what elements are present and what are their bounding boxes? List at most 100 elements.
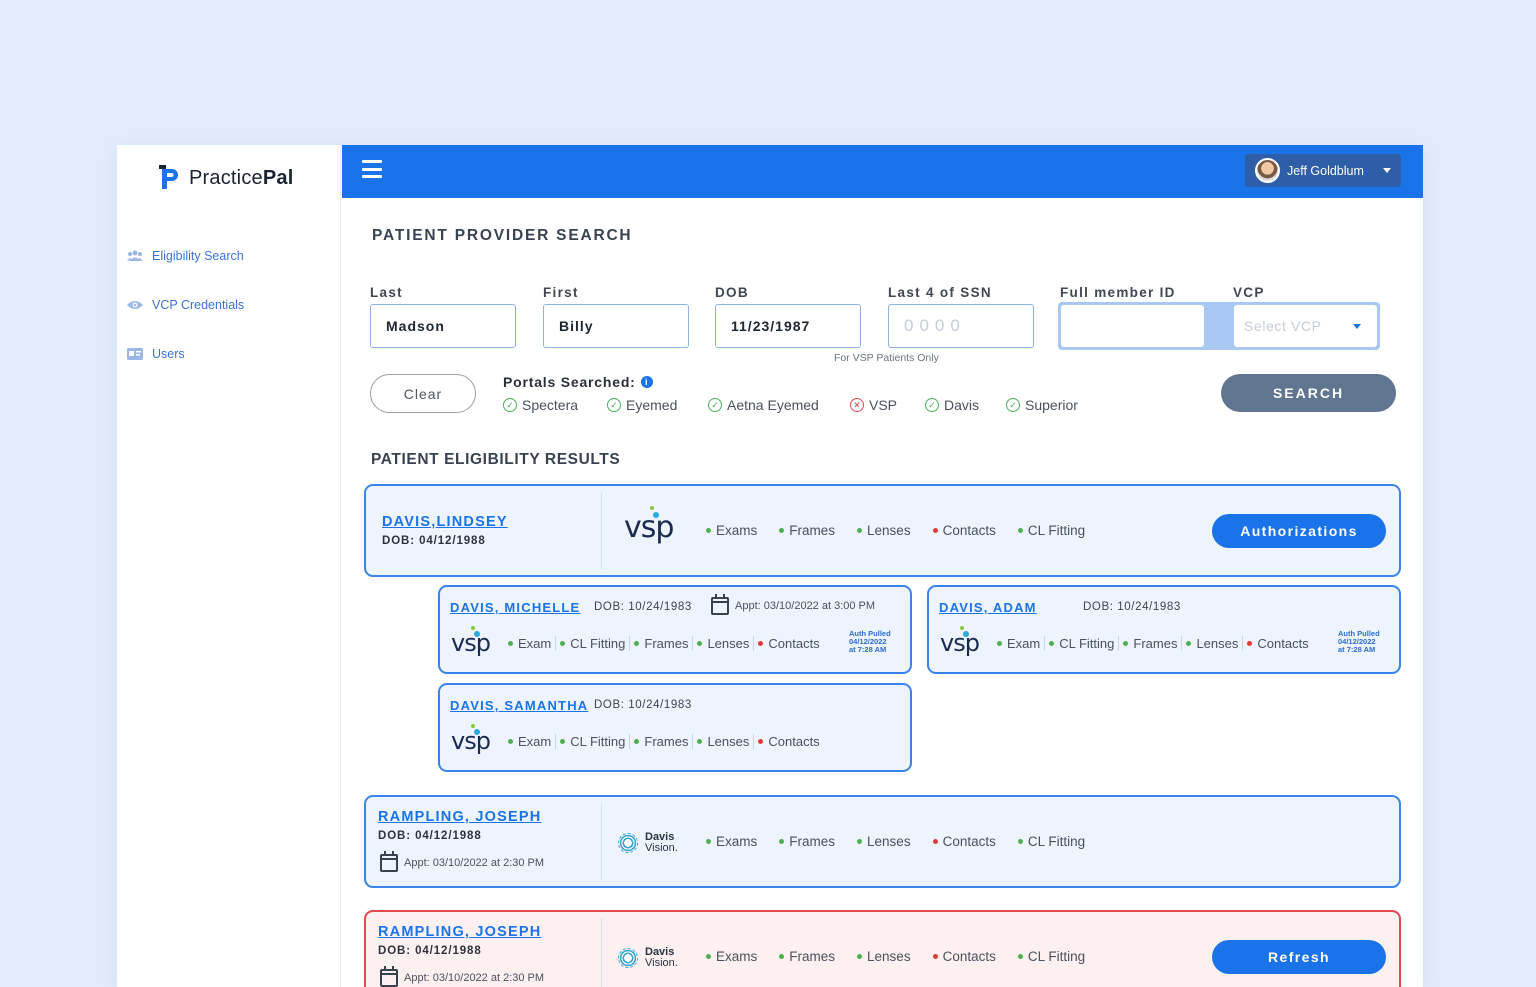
benefit-tag: Contacts: [932, 949, 996, 964]
last-name-field[interactable]: Madson: [370, 304, 516, 348]
clear-button[interactable]: Clear: [370, 374, 476, 413]
sidebar-item-users[interactable]: Users: [127, 329, 337, 378]
benefit-tag: Exams: [706, 523, 757, 538]
dependent-card-adam: DAVIS, ADAM DOB: 10/24/1983 vsp Exam CL …: [927, 585, 1401, 674]
sidebar-item-label: Users: [152, 346, 185, 361]
benefit-tag: Exam: [508, 734, 551, 749]
appointment-text: Appt: 03/10/2022 at 2:30 PM: [404, 972, 545, 984]
card-divider: [601, 918, 602, 987]
benefit-tag: CL Fitting: [1017, 834, 1085, 849]
benefit-tag: Frames: [779, 949, 835, 964]
appointment-text: Appt: 03/10/2022 at 3:00 PM: [735, 600, 876, 612]
check-circle-icon: ✓: [503, 398, 517, 412]
patient-name-link[interactable]: DAVIS, ADAM: [939, 600, 1037, 615]
dob-label: DOB: [715, 285, 749, 300]
top-bar: Jeff Goldblum: [342, 145, 1423, 198]
benefit-tag: Exam: [508, 636, 551, 651]
ssn-field[interactable]: 0000: [888, 304, 1034, 348]
patient-dob: DOB: 10/24/1983: [594, 699, 692, 711]
calendar-icon: [380, 851, 398, 872]
logo: PracticePal: [159, 165, 293, 191]
chevron-down-icon: [1383, 168, 1391, 173]
check-circle-icon: ✓: [708, 398, 722, 412]
benefit-tag: CL Fitting: [1044, 636, 1114, 651]
patient-name-link[interactable]: DAVIS,LINDSEY: [382, 514, 508, 530]
check-circle-icon: ✓: [1006, 398, 1020, 412]
sidebar-item-eligibility-search[interactable]: Eligibility Search: [127, 231, 337, 280]
auth-pulled-note: Auth Pulled 04/12/2022 at 7:28 AM: [849, 630, 891, 654]
user-menu-button[interactable]: Jeff Goldblum: [1245, 154, 1401, 187]
benefit-tag: CL Fitting: [1017, 523, 1085, 538]
benefit-tag: Contacts: [932, 523, 996, 538]
patient-name-link[interactable]: RAMPLING, JOSEPH: [378, 809, 541, 825]
portals-searched-label: Portals Searched: i: [503, 374, 653, 390]
patient-dob: DOB: 10/24/1983: [594, 601, 692, 613]
results-title: PATIENT ELIGIBILITY RESULTS: [371, 451, 621, 468]
refresh-button[interactable]: Refresh: [1212, 940, 1386, 974]
benefit-tag: Contacts: [753, 734, 820, 749]
auth-pulled-time: at 7:28 AM: [849, 645, 887, 654]
portal-vsp: ✕ VSP: [850, 397, 897, 413]
result-card-davis-1: RAMPLING, JOSEPH DOB: 04/12/1988 Appt: 0…: [364, 795, 1401, 888]
first-name-field[interactable]: Billy: [543, 304, 689, 348]
dependent-card-samantha: DAVIS, SAMANTHA DOB: 10/24/1983 vsp Exam…: [438, 683, 912, 772]
benefit-tag: Lenses: [857, 949, 911, 964]
benefit-tags: Exams Frames Lenses Contacts CL Fitting: [706, 949, 1085, 964]
portal-spectera: ✓ Spectera: [503, 397, 578, 413]
benefit-tag: Frames: [779, 834, 835, 849]
appointment: Appt: 03/10/2022 at 2:30 PM: [380, 851, 544, 872]
appointment: Appt: 03/10/2022 at 2:30 PM: [380, 966, 545, 987]
portal-eyemed: ✓ Eyemed: [607, 397, 677, 413]
portal-name: Davis: [944, 397, 980, 413]
portal-name: Aetna Eyemed: [727, 397, 819, 413]
benefit-tag: Exams: [706, 834, 757, 849]
member-id-field[interactable]: [1061, 305, 1204, 347]
users-icon: [127, 249, 143, 263]
patient-dob: DOB: 04/12/1988: [378, 945, 482, 957]
page-title: PATIENT PROVIDER SEARCH: [372, 227, 633, 244]
benefit-tag: Lenses: [857, 523, 911, 538]
benefit-tag: Contacts: [753, 636, 820, 651]
menu-icon[interactable]: [362, 160, 382, 178]
patient-name-link[interactable]: RAMPLING, JOSEPH: [378, 924, 541, 940]
dependent-card-michelle: DAVIS, MICHELLE DOB: 10/24/1983 Appt: 03…: [438, 585, 912, 674]
benefit-tag: Exam: [997, 636, 1040, 651]
avatar: [1255, 158, 1280, 183]
info-icon[interactable]: i: [640, 376, 653, 388]
patient-name-link[interactable]: DAVIS, SAMANTHA: [450, 698, 588, 713]
benefit-tag: Frames: [629, 734, 688, 749]
search-button[interactable]: SEARCH: [1221, 374, 1396, 412]
davis-vision-logo: Davis Vision.: [618, 947, 678, 969]
benefit-tag: Lenses: [857, 834, 911, 849]
user-name: Jeff Goldblum: [1287, 163, 1364, 178]
dob-field[interactable]: 11/23/1987: [715, 304, 861, 348]
app-window: PracticePal Eligibility Search VCP Crede…: [117, 145, 1423, 987]
vsp-logo: vsp: [940, 626, 980, 657]
patient-name-link[interactable]: DAVIS, MICHELLE: [450, 600, 580, 615]
x-circle-icon: ✕: [850, 398, 864, 412]
vsp-logo: vsp: [451, 626, 491, 657]
benefit-tag: Lenses: [692, 636, 749, 651]
card-divider: [601, 492, 602, 569]
calendar-icon: [380, 966, 398, 987]
benefit-tag: Contacts: [932, 834, 996, 849]
davis-vision-icon: [618, 948, 638, 968]
sidebar: PracticePal Eligibility Search VCP Crede…: [117, 145, 341, 987]
main-content: PATIENT PROVIDER SEARCH Last First DOB L…: [342, 198, 1423, 987]
member-vcp-group: Select VCP: [1058, 302, 1380, 350]
benefit-tag: CL Fitting: [1017, 949, 1085, 964]
benefit-tags: Exam CL Fitting Frames Lenses Contacts: [508, 636, 820, 651]
patient-dob: DOB: 04/12/1988: [378, 830, 482, 842]
logo-line: Vision.: [645, 842, 678, 854]
calendar-icon: [711, 594, 729, 615]
benefit-tag: Contacts: [1242, 636, 1309, 651]
benefit-tag: Exams: [706, 949, 757, 964]
first-label: First: [543, 285, 579, 300]
sidebar-item-label: VCP Credentials: [152, 297, 245, 312]
vcp-select[interactable]: Select VCP: [1234, 305, 1377, 347]
auth-pulled-note: Auth Pulled 04/12/2022 at 7:28 AM: [1338, 630, 1380, 654]
sidebar-item-vcp-credentials[interactable]: VCP Credentials: [127, 280, 337, 329]
check-circle-icon: ✓: [607, 398, 621, 412]
card-divider: [601, 803, 602, 880]
authorizations-button[interactable]: Authorizations: [1212, 514, 1386, 548]
